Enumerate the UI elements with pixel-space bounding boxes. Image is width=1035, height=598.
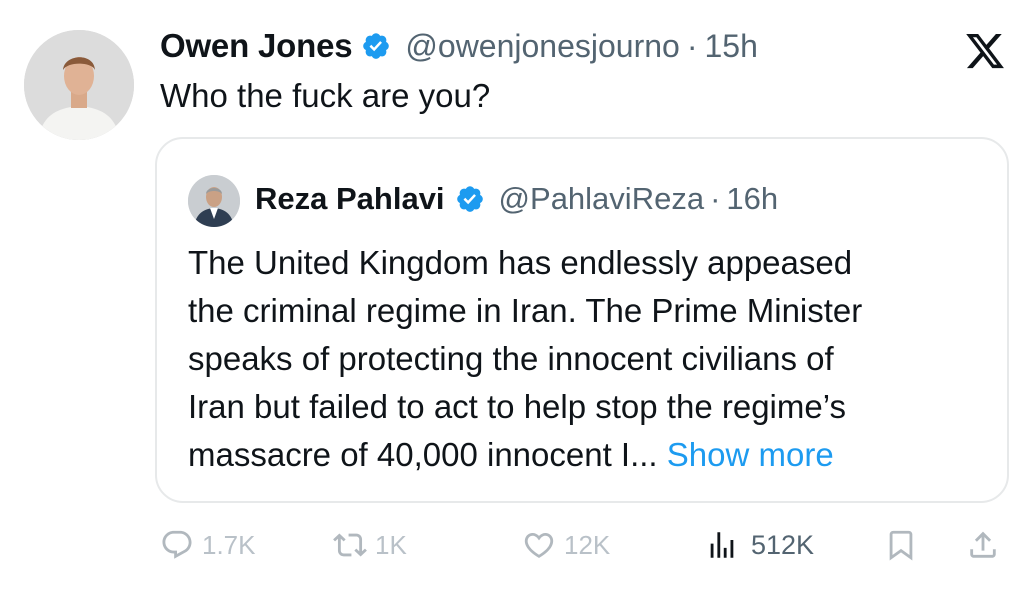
separator: · — [710, 181, 721, 216]
bookmark-button[interactable] — [884, 520, 918, 570]
tweet-header: Owen Jones @owenjonesjourno · 15h — [160, 24, 758, 68]
quoted-text-line: Iran but failed to act to help stop the … — [188, 388, 846, 425]
quoted-author-avatar — [188, 175, 240, 227]
view-count: 512K — [751, 529, 815, 560]
truncated-text: massacre of 40,000 innocent I... — [188, 436, 658, 473]
show-more-link[interactable]: Show more — [667, 436, 834, 473]
action-bar: 1.7K 1K 12K 512K — [0, 520, 1035, 570]
like-count: 12K — [564, 529, 611, 560]
repost-button[interactable]: 1K — [333, 520, 407, 570]
verified-badge-icon — [363, 33, 390, 59]
verified-badge-icon — [456, 186, 483, 212]
share-button[interactable] — [966, 520, 1000, 570]
quoted-tweet-card[interactable]: Reza Pahlavi @PahlaviReza · 16h The Unit… — [155, 137, 1009, 503]
bookmark-icon — [889, 530, 913, 561]
views-button[interactable]: 512K — [705, 520, 814, 570]
separator: · — [686, 27, 698, 64]
author-avatar[interactable] — [24, 30, 134, 140]
reply-button[interactable]: 1.7K — [160, 520, 256, 570]
author-name[interactable]: Owen Jones — [160, 27, 353, 65]
x-logo-icon — [966, 33, 1004, 69]
repost-count: 1K — [375, 529, 407, 560]
quoted-text-line: The United Kingdom has endlessly appease… — [188, 244, 853, 281]
quoted-tweet-text: The United Kingdom has endlessly appease… — [188, 239, 988, 479]
quoted-author-handle[interactable]: @PahlaviReza — [499, 181, 705, 217]
like-button[interactable]: 12K — [522, 520, 610, 570]
quoted-text-line-last: massacre of 40,000 innocent I... Show mo… — [188, 431, 988, 479]
reply-count: 1.7K — [202, 529, 256, 560]
share-icon — [970, 531, 996, 558]
quoted-text-line: the criminal regime in Iran. The Prime M… — [188, 292, 863, 329]
reply-icon — [162, 530, 192, 559]
views-icon — [710, 532, 734, 558]
tweet-timestamp[interactable]: 15h — [705, 28, 758, 65]
quoted-tweet-header: Reza Pahlavi @PahlaviReza · 16h — [255, 177, 778, 221]
repost-icon — [333, 533, 367, 557]
tweet-text: Who the fuck are you? — [160, 77, 491, 114]
quoted-text-line: speaks of protecting the innocent civili… — [188, 340, 834, 377]
quoted-tweet-timestamp[interactable]: 16h — [726, 181, 778, 217]
quoted-author-name[interactable]: Reza Pahlavi — [255, 181, 445, 217]
author-handle[interactable]: @owenjonesjourno — [405, 28, 679, 65]
like-icon — [524, 532, 554, 558]
